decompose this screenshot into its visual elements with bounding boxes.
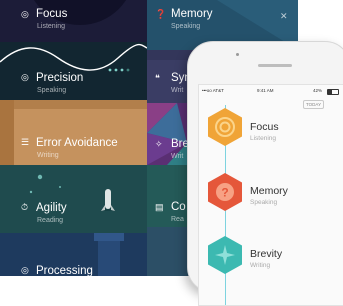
carrier-status: •••oo AT&T bbox=[202, 88, 224, 93]
rocket-decoration bbox=[29, 174, 115, 211]
dial-icon: ◎ bbox=[21, 265, 29, 275]
game-name: Co bbox=[171, 201, 186, 213]
target-icon: ◎ bbox=[21, 72, 29, 82]
timeline-game-name: Brevity bbox=[250, 248, 283, 260]
game-tile-precision[interactable]: ◎ Precision Speaking bbox=[0, 42, 147, 100]
settings-icon[interactable]: ✕ bbox=[280, 11, 288, 22]
game-name: Memory bbox=[171, 8, 213, 20]
quote-icon: ❝ bbox=[155, 73, 160, 83]
game-tile-error-avoidance[interactable]: ☰ Error Avoidance Writing bbox=[0, 100, 147, 165]
game-tile-processing[interactable]: ◎ Processing bbox=[0, 233, 147, 276]
band-decoration bbox=[14, 100, 147, 109]
game-skill: Speaking bbox=[37, 87, 67, 94]
game-skill: Reading bbox=[37, 217, 64, 224]
clock: 9:41 AM bbox=[257, 88, 274, 93]
game-name: Agility bbox=[36, 202, 67, 214]
game-name: Precision bbox=[36, 72, 84, 84]
game-tile-focus[interactable]: ◎ Focus Listening bbox=[0, 0, 147, 42]
book-icon: ▤ bbox=[155, 202, 164, 212]
battery-icon bbox=[327, 89, 339, 95]
game-name: Focus bbox=[36, 8, 68, 20]
stack-icon: ☰ bbox=[21, 137, 30, 147]
brevity-node-icon[interactable] bbox=[205, 235, 245, 275]
timeline-game-skill: Speaking bbox=[250, 199, 278, 206]
game-name: Processing bbox=[36, 265, 93, 276]
timeline-game-name: Memory bbox=[250, 185, 288, 197]
timeline-game-name: Focus bbox=[250, 121, 279, 133]
earpiece-speaker bbox=[258, 64, 292, 67]
battery-status: 42% bbox=[313, 88, 323, 93]
target-icon: ◎ bbox=[21, 9, 29, 19]
band-decoration bbox=[0, 100, 14, 165]
timeline-game-skill: Writing bbox=[250, 262, 271, 269]
timeline-game-skill: Listening bbox=[250, 135, 277, 142]
game-skill: Writing bbox=[37, 152, 59, 159]
phone-device: •••oo AT&T 9:41 AM 42% TODAY Focus Liste… bbox=[187, 41, 343, 306]
wave-decoration bbox=[0, 43, 147, 72]
game-skill: Writ bbox=[171, 87, 184, 94]
game-name: Error Avoidance bbox=[36, 137, 118, 149]
game-skill: Rea bbox=[171, 216, 184, 223]
game-skill: Speaking bbox=[171, 23, 201, 30]
question-icon: ❓ bbox=[155, 9, 167, 19]
game-skill: Listening bbox=[37, 23, 66, 30]
svg-text:?: ? bbox=[221, 186, 228, 200]
memory-node-icon[interactable]: ? bbox=[205, 172, 245, 212]
today-button[interactable]: TODAY bbox=[303, 100, 325, 109]
game-skill: Writ bbox=[171, 153, 184, 160]
column-decoration bbox=[94, 233, 124, 241]
stopwatch-icon: ⏱ bbox=[21, 202, 29, 212]
sparkle-icon: ✧ bbox=[155, 139, 163, 149]
dark-orb-decoration bbox=[33, 0, 127, 25]
game-tile-agility[interactable]: ⏱ Agility Reading bbox=[0, 165, 147, 233]
phone-screen: •••oo AT&T 9:41 AM 42% TODAY Focus Liste… bbox=[198, 84, 343, 306]
focus-node-icon[interactable] bbox=[205, 107, 245, 147]
camera bbox=[236, 53, 239, 56]
